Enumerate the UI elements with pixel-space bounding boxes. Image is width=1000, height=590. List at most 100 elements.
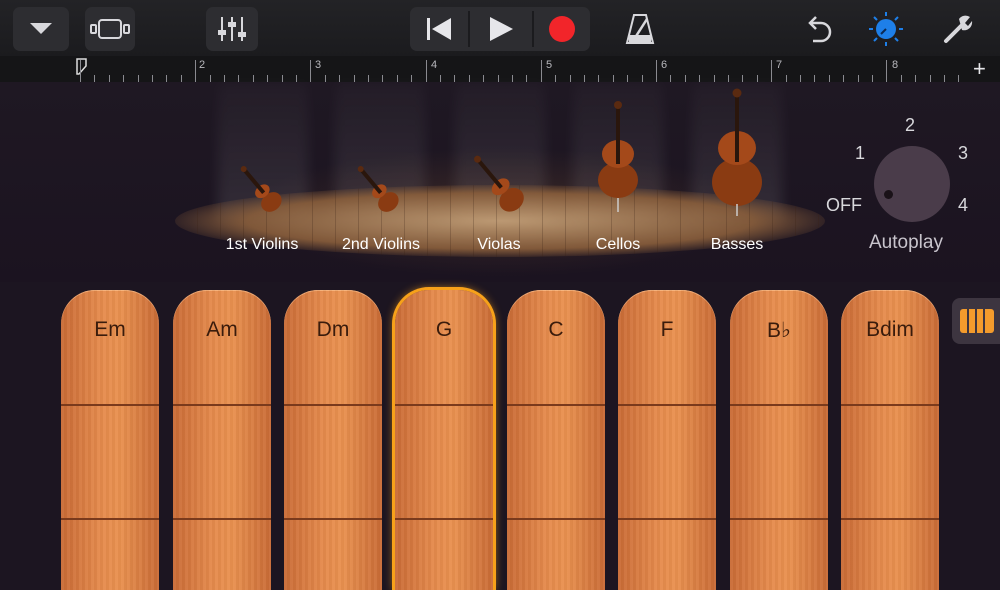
ruler-tick [382, 75, 383, 82]
instrument-label-1st-violins[interactable]: 1st Violins [226, 236, 299, 254]
cello-icon[interactable] [593, 98, 643, 214]
ruler-tick [771, 60, 772, 82]
ruler-tick [613, 75, 614, 82]
mixer-sliders-icon [218, 17, 246, 41]
ruler-tick [325, 75, 326, 82]
chord-label: Em [94, 318, 126, 341]
chord-strip-em[interactable]: Em [61, 290, 159, 590]
ruler-tick [642, 75, 643, 82]
go-to-beginning-button[interactable] [410, 7, 468, 51]
ruler-tick [555, 75, 556, 82]
autoplay-off[interactable]: OFF [826, 195, 862, 216]
instrument-label-cellos[interactable]: Cellos [596, 236, 640, 254]
chord-label: C [548, 318, 564, 341]
mixer-button[interactable] [206, 7, 258, 51]
ruler-tick [757, 75, 758, 82]
strip-divider [173, 518, 271, 520]
autoplay-1[interactable]: 1 [855, 143, 865, 164]
viola-icon[interactable] [458, 144, 542, 228]
chord-strip-bb[interactable]: B♭ [730, 290, 828, 590]
autoplay-2[interactable]: 2 [905, 115, 915, 136]
transport-group [410, 7, 590, 51]
ruler-tick [238, 75, 239, 82]
instrument-label-violas[interactable]: Violas [477, 236, 520, 254]
metronome-button[interactable] [620, 10, 660, 48]
undo-icon [808, 16, 832, 43]
record-button[interactable] [534, 7, 590, 51]
chord-label: G [435, 318, 453, 341]
add-section-button[interactable]: + [973, 56, 986, 82]
ruler-tick [368, 75, 369, 82]
ruler-tick [786, 75, 787, 82]
chord-strip-f[interactable]: F [618, 290, 716, 590]
ruler-tick [210, 75, 211, 82]
autoplay-label: Autoplay [869, 232, 943, 253]
chord-strips: Em Am Dm G C F B♭ Bdim [0, 282, 1000, 590]
ruler-tick [541, 60, 542, 82]
autoplay-3[interactable]: 3 [958, 143, 968, 164]
ruler-tick [699, 75, 700, 82]
ruler-tick [166, 75, 167, 82]
ruler-tick [426, 60, 427, 82]
ruler-bar-8: 8 [892, 59, 899, 71]
settings-button[interactable] [938, 10, 978, 48]
playhead-marker[interactable] [76, 58, 88, 78]
skip-back-icon [427, 18, 451, 40]
ruler-tick [685, 75, 686, 82]
timeline-ruler[interactable]: 2 3 4 5 6 7 8 + [0, 56, 1000, 83]
ruler-tick [339, 75, 340, 82]
ruler-tick [570, 75, 571, 82]
strip-divider [618, 404, 716, 406]
ruler-bar-4: 4 [431, 59, 438, 71]
ruler-tick [526, 75, 527, 82]
strip-divider [618, 518, 716, 520]
instrument-label-basses[interactable]: Basses [711, 236, 763, 254]
ruler-tick [80, 60, 81, 82]
ruler-tick [253, 75, 254, 82]
strip-divider [395, 518, 493, 520]
ruler-tick [138, 75, 139, 82]
ruler-tick [598, 75, 599, 82]
chord-label: Am [206, 318, 238, 341]
ruler-tick [181, 75, 182, 82]
strip-divider [284, 518, 382, 520]
ruler-tick [512, 75, 513, 82]
chord-label: Dm [316, 318, 350, 341]
autoplay-knob[interactable] [874, 146, 950, 222]
ruler-tick [656, 60, 657, 82]
ruler-tick [397, 75, 398, 82]
chord-strip-dm[interactable]: Dm [284, 290, 382, 590]
knob-icon [869, 12, 903, 46]
instrument-label-2nd-violins[interactable]: 2nd Violins [342, 236, 420, 254]
ruler-bar-5: 5 [546, 59, 553, 71]
chord-strip-g[interactable]: G [395, 290, 493, 590]
strip-divider [841, 518, 939, 520]
play-button[interactable] [470, 7, 532, 51]
chord-strip-bdim[interactable]: Bdim [841, 290, 939, 590]
master-effects-button[interactable] [866, 9, 906, 49]
violin-icon[interactable] [228, 157, 298, 227]
ruler-tick [858, 75, 859, 82]
tracks-view-button[interactable] [85, 7, 135, 51]
ruler-tick [469, 75, 470, 82]
ruler-tick [411, 75, 412, 82]
ruler-tick [440, 75, 441, 82]
strip-divider [61, 518, 159, 520]
chord-strip-am[interactable]: Am [173, 290, 271, 590]
chord-strip-c[interactable]: C [507, 290, 605, 590]
strip-divider [507, 518, 605, 520]
undo-button[interactable] [798, 10, 838, 48]
chevron-down-icon [30, 23, 52, 34]
violin-icon[interactable] [345, 157, 415, 227]
ruler-bar-2: 2 [199, 59, 206, 71]
notes-mode-toggle[interactable] [952, 298, 1000, 344]
autoplay-4[interactable]: 4 [958, 195, 968, 216]
double-bass-icon[interactable] [708, 86, 766, 218]
ruler-tick [94, 75, 95, 82]
ruler-tick [152, 75, 153, 82]
browser-dropdown-button[interactable] [13, 7, 69, 51]
ruler-bar-6: 6 [661, 59, 668, 71]
ruler-tick [829, 75, 830, 82]
chord-label: F [660, 318, 674, 341]
ruler-tick [310, 60, 311, 82]
